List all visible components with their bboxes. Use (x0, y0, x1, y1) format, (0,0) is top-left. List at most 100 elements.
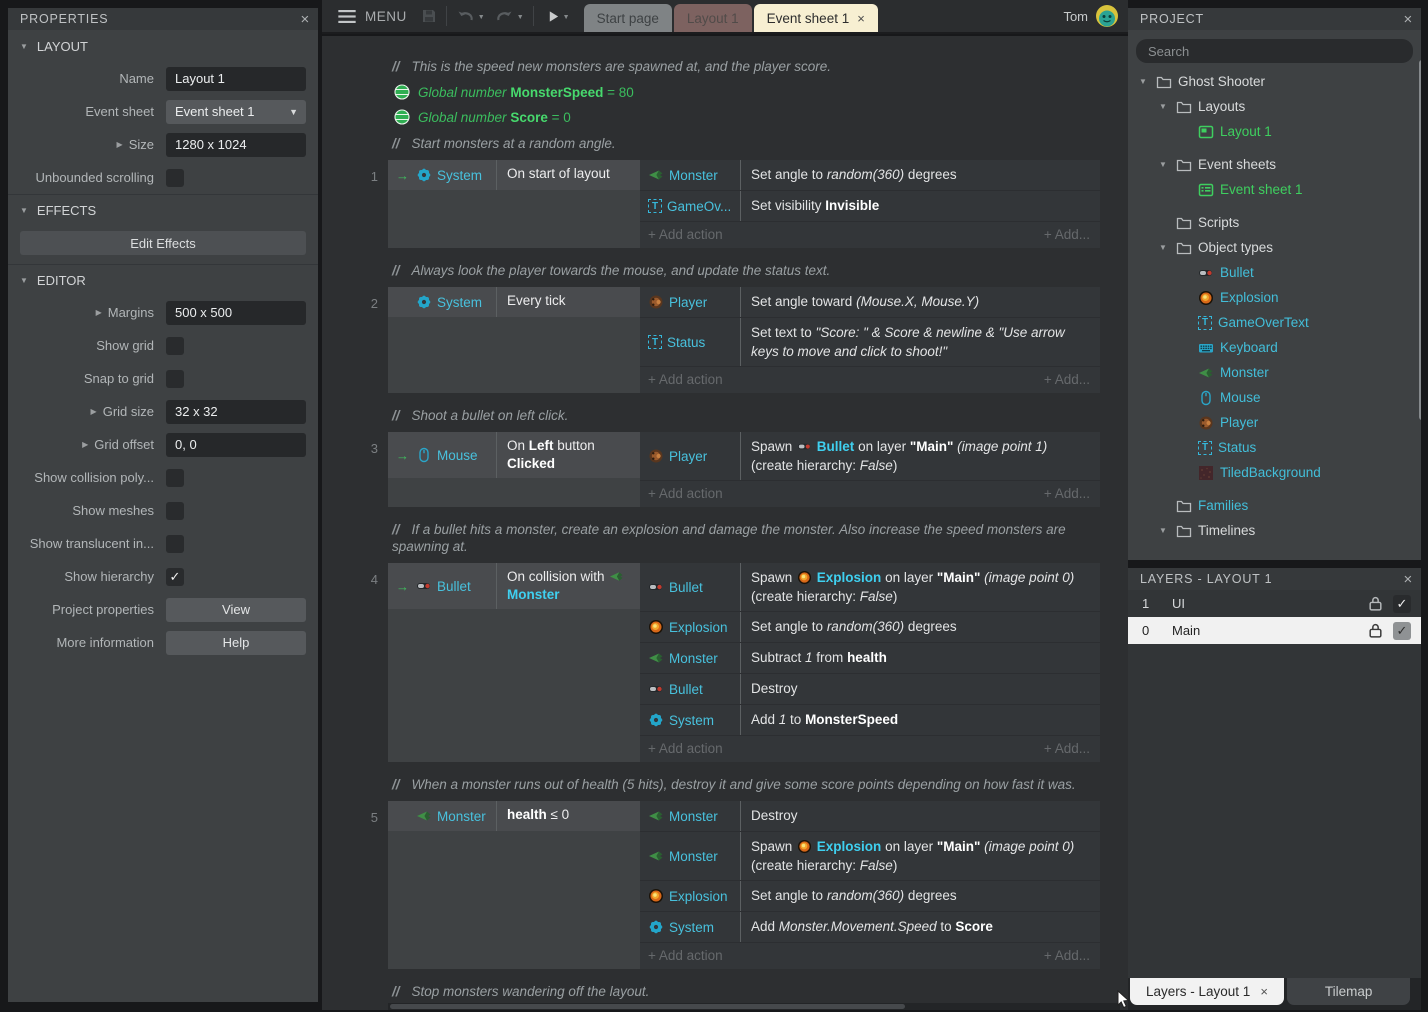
tree-item-explosion[interactable]: Explosion (1128, 285, 1421, 310)
property-input[interactable]: 500 x 500 (166, 301, 306, 325)
tree-item-event-sheets[interactable]: ▼Event sheets (1128, 152, 1421, 177)
event-action[interactable]: Explosion Set angle to random(360) degre… (640, 881, 1100, 912)
add-more-link[interactable]: + Add... (1044, 948, 1090, 963)
add-action-link[interactable]: + Add action (648, 227, 723, 242)
event-comment[interactable]: //This is the speed new monsters are spa… (392, 58, 1092, 75)
section-header-layout[interactable]: ▼LAYOUT (8, 30, 318, 62)
close-tab-icon[interactable]: × (857, 11, 865, 26)
tab-start-page[interactable]: Start page (584, 4, 672, 32)
collapse-icon[interactable]: ▼ (1156, 243, 1170, 252)
event-condition[interactable]: → System Every tick (388, 287, 640, 393)
expander-icon[interactable]: ▶ (91, 407, 97, 416)
event-action[interactable]: Monster Destroy (640, 801, 1100, 832)
add-more-link[interactable]: + Add... (1044, 486, 1090, 501)
property-input[interactable]: Layout 1 (166, 67, 306, 91)
horizontal-scrollbar[interactable] (388, 1003, 1120, 1010)
global-variable[interactable]: Global number MonsterSpeed = 80 (394, 84, 1128, 100)
layer-visibility-checkbox[interactable]: ✓ (1393, 622, 1411, 640)
undo-icon[interactable] (456, 9, 475, 23)
user-name[interactable]: Tom (1063, 9, 1088, 24)
tree-item-monster[interactable]: Monster (1128, 360, 1421, 385)
help-button[interactable]: Help (166, 631, 306, 655)
event-condition[interactable]: → Mouse On Left button Clicked (388, 432, 640, 507)
event-action[interactable]: Monster Set angle to random(360) degrees (640, 160, 1100, 191)
tree-item-status[interactable]: TStatus (1128, 435, 1421, 460)
event-comment[interactable]: //Always look the player towards the mou… (392, 262, 1092, 279)
tree-item-layout-1[interactable]: Layout 1 (1128, 119, 1421, 144)
collapse-icon[interactable]: ▼ (1156, 526, 1170, 535)
tree-item-gameovertext[interactable]: TGameOverText (1128, 310, 1421, 335)
layer-row-ui[interactable]: 1 UI ✓ (1128, 590, 1421, 617)
global-variable[interactable]: Global number Score = 0 (394, 109, 1128, 125)
lock-icon[interactable] (1367, 622, 1384, 639)
edit-effects-button[interactable]: Edit Effects (20, 231, 306, 255)
play-dropdown-icon[interactable]: ▼ (563, 14, 570, 21)
tree-item-event-sheet-1[interactable]: Event sheet 1 (1128, 177, 1421, 202)
event-action[interactable]: Monster Subtract 1 from health (640, 643, 1100, 674)
property-checkbox[interactable] (166, 370, 184, 388)
add-action-link[interactable]: + Add action (648, 372, 723, 387)
event-action[interactable]: TStatus Set text to "Score: " & Score & … (640, 318, 1100, 367)
property-dropdown[interactable]: Event sheet 1▼ (166, 100, 306, 124)
property-input[interactable]: 32 x 32 (166, 400, 306, 424)
event-action[interactable]: TGameOv... Set visibility Invisible (640, 191, 1100, 222)
layer-visibility-checkbox[interactable]: ✓ (1393, 595, 1411, 613)
view-button[interactable]: View (166, 598, 306, 622)
event-comment[interactable]: //Shoot a bullet on left click. (392, 407, 1092, 424)
collapse-icon[interactable]: ▼ (1156, 160, 1170, 169)
property-checkbox[interactable] (166, 337, 184, 355)
add-more-link[interactable]: + Add... (1044, 741, 1090, 756)
tree-item-scripts[interactable]: Scripts (1128, 210, 1421, 235)
event-condition[interactable]: → Bullet On collision with Monster (388, 563, 640, 762)
close-tab-icon[interactable]: × (1260, 984, 1268, 999)
event-action[interactable]: Monster Spawn Explosion on layer "Main" … (640, 832, 1100, 881)
tree-item-tiledbackground[interactable]: TiledBackground (1128, 460, 1421, 485)
event-action[interactable]: System Add 1 to MonsterSpeed (640, 705, 1100, 736)
play-icon[interactable] (547, 10, 560, 23)
undo-dropdown-icon[interactable]: ▼ (478, 14, 485, 21)
collapse-icon[interactable]: ▼ (1136, 77, 1150, 86)
menu-button[interactable]: MENU (365, 9, 407, 24)
event-comment[interactable]: //If a bullet hits a monster, create an … (392, 521, 1092, 555)
tree-item-keyboard[interactable]: Keyboard (1128, 335, 1421, 360)
event-condition[interactable]: → System On start of layout (388, 160, 640, 248)
tab-event-sheet-1[interactable]: Event sheet 1 × (754, 4, 878, 32)
add-more-link[interactable]: + Add... (1044, 372, 1090, 387)
event-action[interactable]: Player Spawn Bullet on layer "Main" (ima… (640, 432, 1100, 481)
property-input[interactable]: 0, 0 (166, 433, 306, 457)
property-checkbox[interactable] (166, 169, 184, 187)
close-icon[interactable]: × (1403, 571, 1413, 588)
event-condition[interactable]: → Monster health ≤ 0 (388, 801, 640, 969)
save-icon[interactable] (421, 8, 437, 24)
search-input[interactable] (1136, 39, 1413, 63)
close-icon[interactable]: × (1403, 11, 1413, 28)
section-header-effects[interactable]: ▼EFFECTS (8, 194, 318, 226)
tree-item-timelines[interactable]: ▼Timelines (1128, 518, 1421, 543)
event-action[interactable]: Bullet Spawn Explosion on layer "Main" (… (640, 563, 1100, 612)
expander-icon[interactable]: ▶ (82, 440, 88, 449)
property-checkbox[interactable]: ✓ (166, 568, 184, 586)
add-more-link[interactable]: + Add... (1044, 227, 1090, 242)
layer-row-main[interactable]: 0 Main ✓ (1128, 617, 1421, 644)
collapse-icon[interactable]: ▼ (1156, 102, 1170, 111)
hamburger-menu-icon[interactable] (338, 10, 356, 23)
add-action-link[interactable]: + Add action (648, 741, 723, 756)
event-action[interactable]: Bullet Destroy (640, 674, 1100, 705)
tree-item-mouse[interactable]: Mouse (1128, 385, 1421, 410)
property-checkbox[interactable] (166, 469, 184, 487)
event-comment[interactable]: //Stop monsters wandering off the layout… (392, 983, 1092, 1000)
tree-item-object-types[interactable]: ▼Object types (1128, 235, 1421, 260)
expander-icon[interactable]: ▶ (117, 140, 123, 149)
redo-dropdown-icon[interactable]: ▼ (517, 14, 524, 21)
tree-item-ghost-shooter[interactable]: ▼Ghost Shooter (1128, 69, 1421, 94)
property-input[interactable]: 1280 x 1024 (166, 133, 306, 157)
avatar[interactable] (1096, 5, 1118, 27)
redo-icon[interactable] (495, 9, 514, 23)
expander-icon[interactable]: ▶ (96, 308, 102, 317)
tab-layout-1[interactable]: Layout 1 (674, 4, 752, 32)
section-header-editor[interactable]: ▼EDITOR (8, 264, 318, 296)
property-checkbox[interactable] (166, 502, 184, 520)
tab-tilemap[interactable]: Tilemap (1287, 978, 1411, 1005)
event-comment[interactable]: //Start monsters at a random angle. (392, 135, 1092, 152)
tree-item-layouts[interactable]: ▼Layouts (1128, 94, 1421, 119)
